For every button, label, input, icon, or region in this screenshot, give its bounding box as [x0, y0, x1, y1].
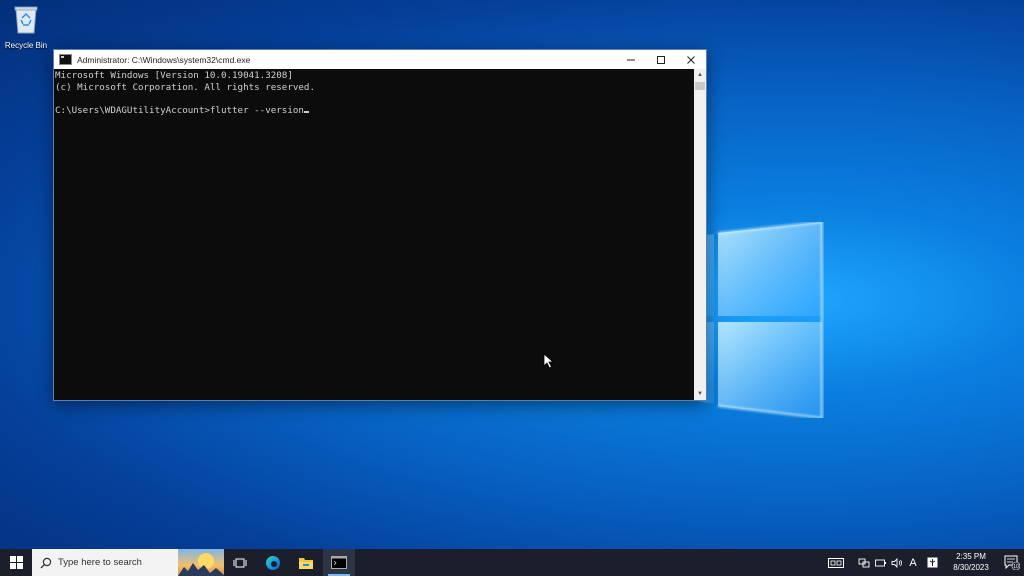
- maximize-icon: [657, 55, 665, 64]
- network-status[interactable]: [856, 549, 872, 576]
- text-cursor: [303, 110, 309, 113]
- scroll-up-arrow-icon[interactable]: ▲: [694, 69, 706, 81]
- search-highlight-illustration[interactable]: [178, 549, 224, 576]
- ime-mode-indicator[interactable]: A: [905, 549, 921, 576]
- search-icon: [40, 557, 52, 568]
- console-line: (c) Microsoft Corporation. All rights re…: [55, 81, 315, 93]
- console-output[interactable]: Microsoft Windows [Version 10.0.19041.32…: [54, 69, 694, 400]
- close-icon: [687, 55, 695, 64]
- recycle-bin-shortcut[interactable]: Recycle Bin: [4, 4, 48, 50]
- console-prompt-line[interactable]: C:\Users\WDAGUtilityAccount>flutter --ve…: [55, 105, 693, 117]
- notification-icon: 10: [1004, 555, 1021, 571]
- edge-icon: [266, 555, 280, 570]
- network-icon: [858, 558, 870, 567]
- file-explorer-icon: [299, 557, 313, 569]
- minimize-icon: [627, 59, 635, 60]
- clock-date: 8/30/2023: [953, 563, 989, 572]
- clock-time: 2:35 PM: [956, 552, 986, 561]
- taskbar-search-box[interactable]: Type here to search: [32, 549, 224, 576]
- windows-logo-wallpaper: [700, 222, 823, 418]
- start-button[interactable]: [0, 549, 32, 576]
- search-highlight-image: [178, 553, 224, 576]
- speaker-icon: [891, 557, 902, 568]
- minimize-button[interactable]: [616, 50, 646, 69]
- power-status[interactable]: [873, 549, 889, 576]
- keyboard-icon: [828, 557, 844, 568]
- battery-plug-icon: [875, 559, 886, 566]
- scroll-down-arrow-icon[interactable]: ▼: [694, 388, 706, 400]
- task-view-icon: [233, 558, 247, 567]
- scroll-thumb[interactable]: [695, 82, 705, 90]
- maximize-button[interactable]: [646, 50, 676, 69]
- notification-count: 10: [1013, 564, 1019, 570]
- command-prompt-icon: [331, 556, 347, 569]
- cmd-app-icon[interactable]: [59, 54, 72, 65]
- recycle-bin-label: Recycle Bin: [4, 41, 48, 50]
- ime-options[interactable]: [924, 549, 940, 576]
- cmd-taskbar-button[interactable]: [323, 549, 355, 576]
- edge-taskbar-button[interactable]: [257, 549, 289, 576]
- console-command: C:\Users\WDAGUtilityAccount>flutter --ve…: [55, 104, 304, 116]
- file-explorer-taskbar-button[interactable]: [290, 549, 322, 576]
- vertical-scrollbar[interactable]: ▲ ▼: [694, 69, 706, 400]
- window-titlebar[interactable]: Administrator: C:\Windows\system32\cmd.e…: [54, 50, 706, 69]
- volume-control[interactable]: [889, 549, 905, 576]
- action-center-button[interactable]: 10: [1004, 554, 1021, 571]
- console-line: Microsoft Windows [Version 10.0.19041.32…: [55, 70, 293, 81]
- recycle-bin-icon: [14, 6, 38, 34]
- search-placeholder: Type here to search: [58, 557, 142, 568]
- close-button[interactable]: [676, 50, 706, 69]
- mouse-pointer-icon: [543, 353, 555, 369]
- cmd-window[interactable]: Administrator: C:\Windows\system32\cmd.e…: [53, 49, 707, 401]
- taskbar: Type here to search A 2:35 PM 8/30/2023 …: [0, 549, 1024, 576]
- system-clock[interactable]: 2:35 PM 8/30/2023: [946, 551, 996, 573]
- input-indicator[interactable]: [825, 549, 847, 576]
- ime-pad-icon: [927, 557, 937, 568]
- task-view-button[interactable]: [224, 549, 256, 576]
- windows-start-icon: [9, 556, 23, 569]
- window-title: Administrator: C:\Windows\system32\cmd.e…: [77, 54, 251, 65]
